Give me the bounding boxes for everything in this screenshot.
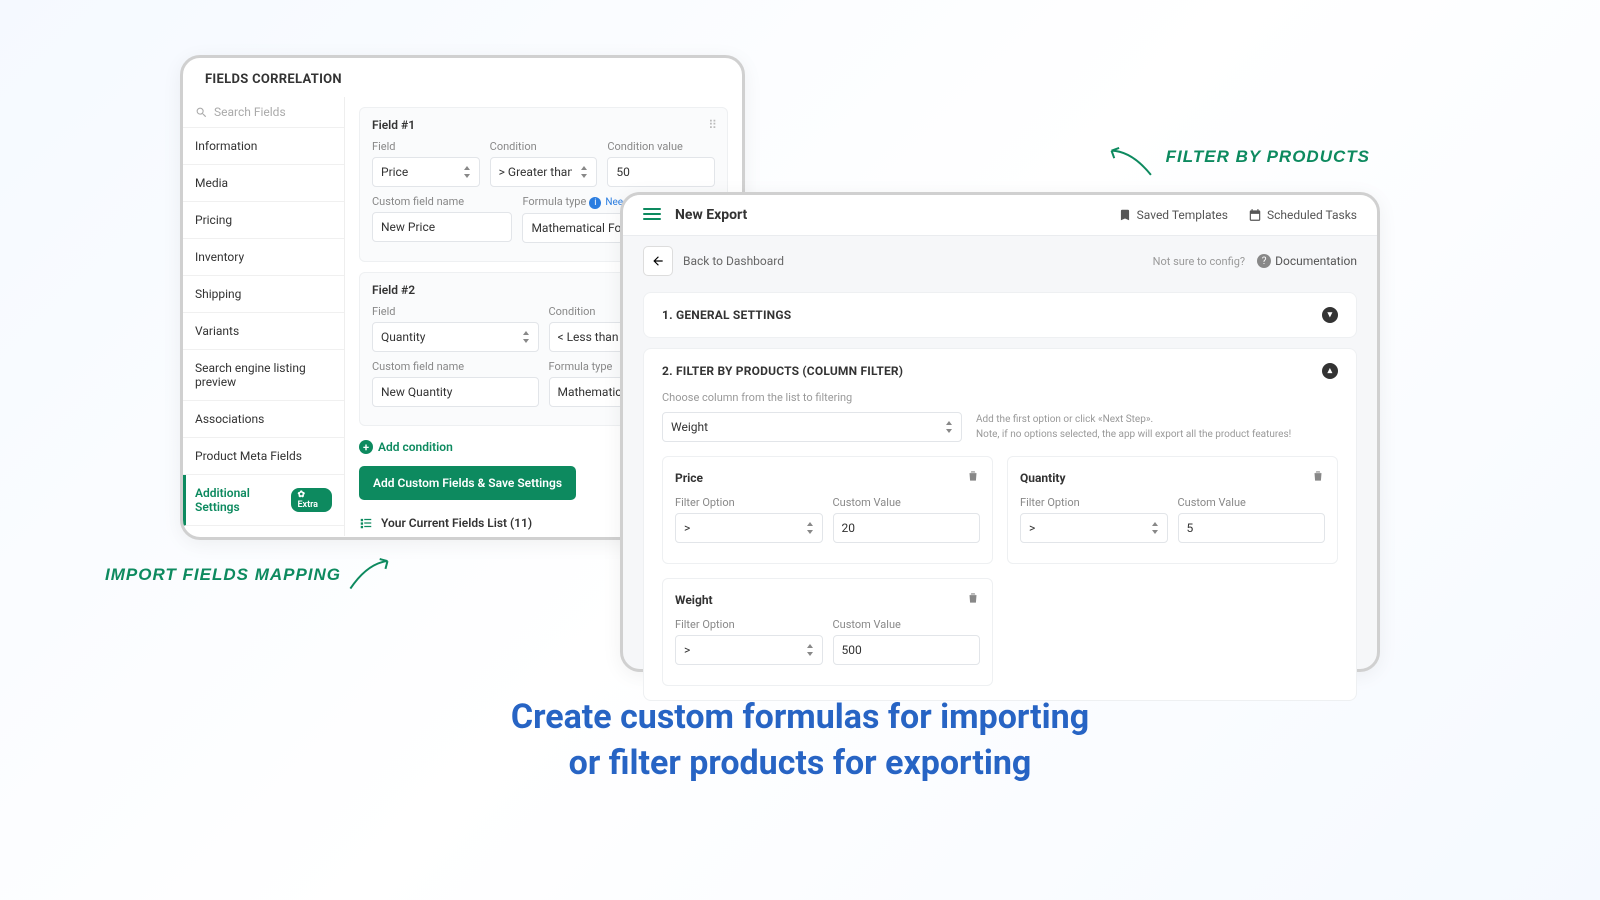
filter-option-select[interactable]: > <box>675 635 823 665</box>
sidebar-item-additional-settings[interactable]: Additional Settings✿ Extra <box>183 475 344 526</box>
filter-option-select[interactable]: > <box>675 513 823 543</box>
config-hint: Not sure to config? <box>1153 255 1245 268</box>
delete-icon[interactable] <box>966 469 980 486</box>
field1-field-select[interactable]: Price <box>372 157 480 187</box>
import-mapping-callout: IMPORT FIELDS MAPPING <box>105 565 341 585</box>
field1-heading: Field #1 <box>372 118 715 132</box>
arrow-left-icon <box>651 254 665 268</box>
sidebar-item-inventory[interactable]: Inventory <box>183 239 344 276</box>
sidebar-item-media[interactable]: Media <box>183 165 344 202</box>
save-settings-button[interactable]: Add Custom Fields & Save Settings <box>359 466 576 500</box>
general-settings-section[interactable]: 1. GENERAL SETTINGS▾ <box>643 292 1357 338</box>
filter-note: Add the first option or click «Next Step… <box>976 412 1291 442</box>
sidebar-item-shipping[interactable]: Shipping <box>183 276 344 313</box>
documentation-link[interactable]: ?Documentation <box>1257 254 1357 268</box>
new-export-panel: New Export Saved Templates Scheduled Tas… <box>620 192 1380 672</box>
info-icon: i <box>589 197 601 209</box>
field2-field-select[interactable]: Quantity <box>372 322 539 352</box>
back-label: Back to Dashboard <box>683 254 784 268</box>
chevron-up-icon[interactable]: ▴ <box>1322 363 1338 379</box>
plus-icon: + <box>359 440 373 454</box>
delete-icon[interactable] <box>1311 469 1325 486</box>
headline: Create custom formulas for importingor f… <box>0 695 1600 787</box>
list-icon <box>359 516 373 530</box>
sidebar-item-import-conditions[interactable]: Import Conditions✿ Extra <box>183 526 344 540</box>
drag-handle-icon[interactable]: ⠿ <box>708 118 717 132</box>
filter-option-select[interactable]: > <box>1020 513 1168 543</box>
column-select[interactable]: Weight <box>662 412 962 442</box>
export-title: New Export <box>675 207 747 223</box>
scheduled-tasks-link[interactable]: Scheduled Tasks <box>1248 208 1357 222</box>
sidebar-item-variants[interactable]: Variants <box>183 313 344 350</box>
choose-column-label: Choose column from the list to filtering <box>662 391 1338 404</box>
arrow-icon <box>342 552 398 594</box>
custom-value-input[interactable] <box>1178 513 1326 543</box>
field2-custom-name[interactable] <box>372 377 539 407</box>
arrow-icon <box>1103 142 1157 180</box>
filter-card-quantity: Quantity Filter Option> Custom Value <box>1007 456 1338 564</box>
sidebar: Search Fields InformationMediaPricingInv… <box>183 97 345 536</box>
custom-value-input[interactable] <box>833 635 981 665</box>
sidebar-item-information[interactable]: Information <box>183 128 344 165</box>
sidebar-item-search-engine-listing-preview[interactable]: Search engine listing preview <box>183 350 344 401</box>
calendar-icon <box>1248 208 1262 222</box>
filter-products-section: 2. FILTER BY PRODUCTS (COLUMN FILTER)▴ C… <box>643 348 1357 701</box>
badge: ✿ Extra <box>291 488 332 512</box>
badge: ✿ Extra <box>290 539 332 540</box>
sidebar-item-pricing[interactable]: Pricing <box>183 202 344 239</box>
field1-condition-select[interactable]: > Greater than <box>490 157 598 187</box>
field1-condition-value[interactable] <box>607 157 715 187</box>
help-icon: ? <box>1257 254 1271 268</box>
saved-templates-link[interactable]: Saved Templates <box>1118 208 1228 222</box>
search-icon <box>195 106 208 119</box>
delete-icon[interactable] <box>966 591 980 608</box>
chevron-down-icon: ▾ <box>1322 307 1338 323</box>
field1-custom-name[interactable] <box>372 212 512 242</box>
menu-icon[interactable] <box>643 208 661 222</box>
filter-products-callout: FILTER BY PRODUCTS <box>1166 147 1370 167</box>
sidebar-item-associations[interactable]: Associations <box>183 401 344 438</box>
search-fields-input[interactable]: Search Fields <box>183 97 344 128</box>
bookmark-icon <box>1118 208 1132 222</box>
filter-card-weight: Weight Filter Option> Custom Value <box>662 578 993 686</box>
panel-a-title: FIELDS CORRELATION <box>183 58 742 97</box>
back-button[interactable] <box>643 246 673 276</box>
custom-value-input[interactable] <box>833 513 981 543</box>
filter-card-price: Price Filter Option> Custom Value <box>662 456 993 564</box>
sidebar-item-product-meta-fields[interactable]: Product Meta Fields <box>183 438 344 475</box>
